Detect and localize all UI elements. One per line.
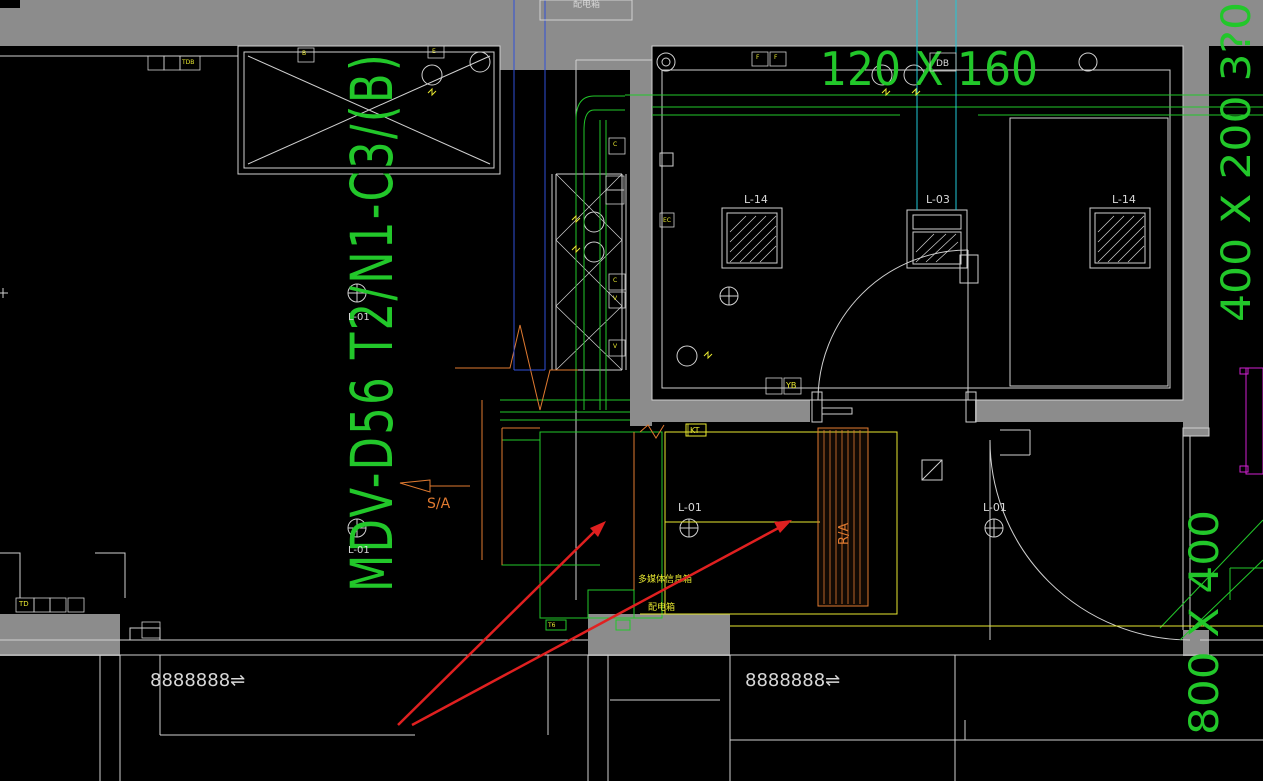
fixture-label-l03: L-03	[926, 193, 950, 206]
walls	[0, 0, 1263, 656]
outlet-code-db: DB	[936, 59, 949, 69]
outlet-code-f1: F	[774, 54, 778, 61]
bottom-text-right: 8888888⇌	[745, 670, 840, 691]
grille-tint	[818, 428, 868, 606]
outlet-tags	[15, 45, 957, 639]
outlet-code-f2: F	[756, 54, 760, 61]
outlet-code-te: T6	[547, 622, 556, 629]
outlet-code-c1: C	[613, 141, 617, 148]
fixture-label-l14-right: L-14	[1112, 193, 1136, 206]
room-top-label: 配电箱	[573, 0, 600, 10]
duct-size-right-bottom-label: 800 X 400	[1182, 510, 1228, 735]
outlet-code-c2: C	[613, 277, 617, 284]
cad-drawing-canvas[interactable]: MDV-D56 T2/N1-C3/(B) 120 X 160 400 X 200…	[0, 0, 1263, 781]
outlet-code-b: B	[302, 50, 306, 57]
outlet-code-kt: KT	[690, 426, 700, 435]
fixture-label-l01-lower-left: L-01	[348, 545, 370, 556]
hvac-green-lines	[500, 94, 1263, 641]
fixture-label-l01-upper-left: L-01	[348, 312, 370, 323]
return-air-label: R/A	[837, 523, 852, 545]
outlet-code-e: E	[432, 48, 436, 55]
outlet-code-tdb: TDB	[181, 59, 194, 66]
bottom-text-left: 8888888⇌	[150, 670, 245, 691]
outlet-code-ec: EC	[663, 217, 671, 224]
fixture-label-l01-right: L-01	[983, 501, 1007, 514]
duct-size-right-top-label: 400 X 200 3?0	[1214, 2, 1260, 322]
outlet-code-yb: YB	[785, 381, 796, 390]
fixture-label-l01-center: L-01	[678, 501, 702, 514]
duct-size-top-label: 120 X 160	[820, 42, 1038, 96]
magenta-element	[1239, 367, 1263, 475]
supply-air-label: S/A	[427, 496, 451, 512]
fixture-label-l14-left: L-14	[744, 193, 768, 206]
bottom-box-label-2: 配电箱	[648, 601, 675, 613]
outlet-code-td: TD	[18, 600, 29, 608]
yellow-lines	[640, 423, 1263, 627]
outlet-code-v2: V	[613, 343, 618, 350]
